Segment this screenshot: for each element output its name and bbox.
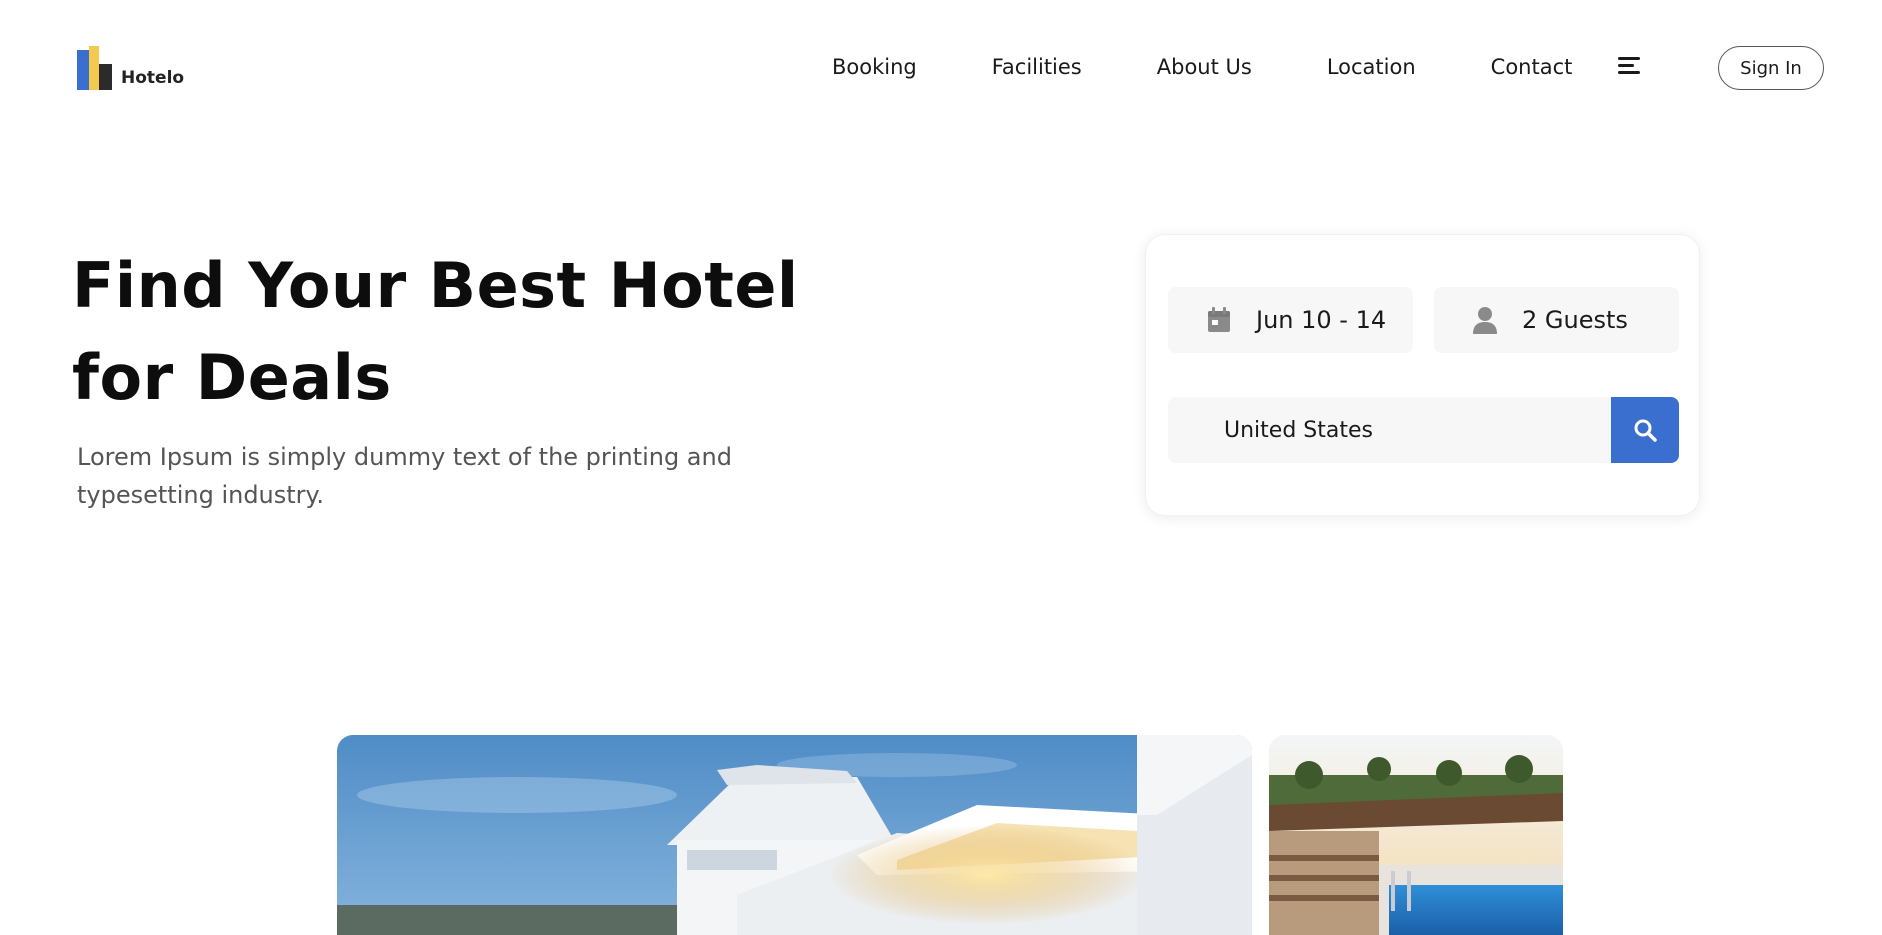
search-button[interactable] xyxy=(1611,397,1679,463)
location-input[interactable] xyxy=(1168,397,1613,463)
hamburger-menu-icon[interactable] xyxy=(1618,57,1640,75)
main-nav: Booking Facilities About Us Location Con… xyxy=(832,52,1647,82)
logo-mark-icon xyxy=(77,46,113,90)
date-range-value: Jun 10 - 14 xyxy=(1256,306,1387,334)
logo[interactable]: Hotelo xyxy=(77,46,184,90)
booking-card: Jun 10 - 14 2 Guests xyxy=(1145,234,1700,516)
user-icon xyxy=(1472,307,1498,334)
date-range-field[interactable]: Jun 10 - 14 xyxy=(1168,287,1413,353)
nav-link-about-us[interactable]: About Us xyxy=(1157,55,1252,79)
nav-link-booking[interactable]: Booking xyxy=(832,55,917,79)
site-header: Hotelo Booking Facilities About Us Locat… xyxy=(0,0,1882,136)
hero-title: Find Your Best Hotel for Deals xyxy=(72,249,799,414)
nav-link-location[interactable]: Location xyxy=(1327,55,1416,79)
nav-link-facilities[interactable]: Facilities xyxy=(992,55,1082,79)
hotel-exterior-photo xyxy=(337,735,1252,935)
guests-field[interactable]: 2 Guests xyxy=(1434,287,1679,353)
nav-link-contact[interactable]: Contact xyxy=(1491,55,1573,79)
sign-in-button[interactable]: Sign In xyxy=(1718,46,1824,90)
guests-value: 2 Guests xyxy=(1522,306,1628,334)
location-search xyxy=(1168,397,1679,463)
hero-subtitle: Lorem Ipsum is simply dummy text of the … xyxy=(77,443,732,509)
pool-photo xyxy=(1269,735,1563,935)
calendar-icon xyxy=(1206,307,1232,333)
search-icon xyxy=(1634,419,1657,442)
brand-name: Hotelo xyxy=(121,68,185,88)
